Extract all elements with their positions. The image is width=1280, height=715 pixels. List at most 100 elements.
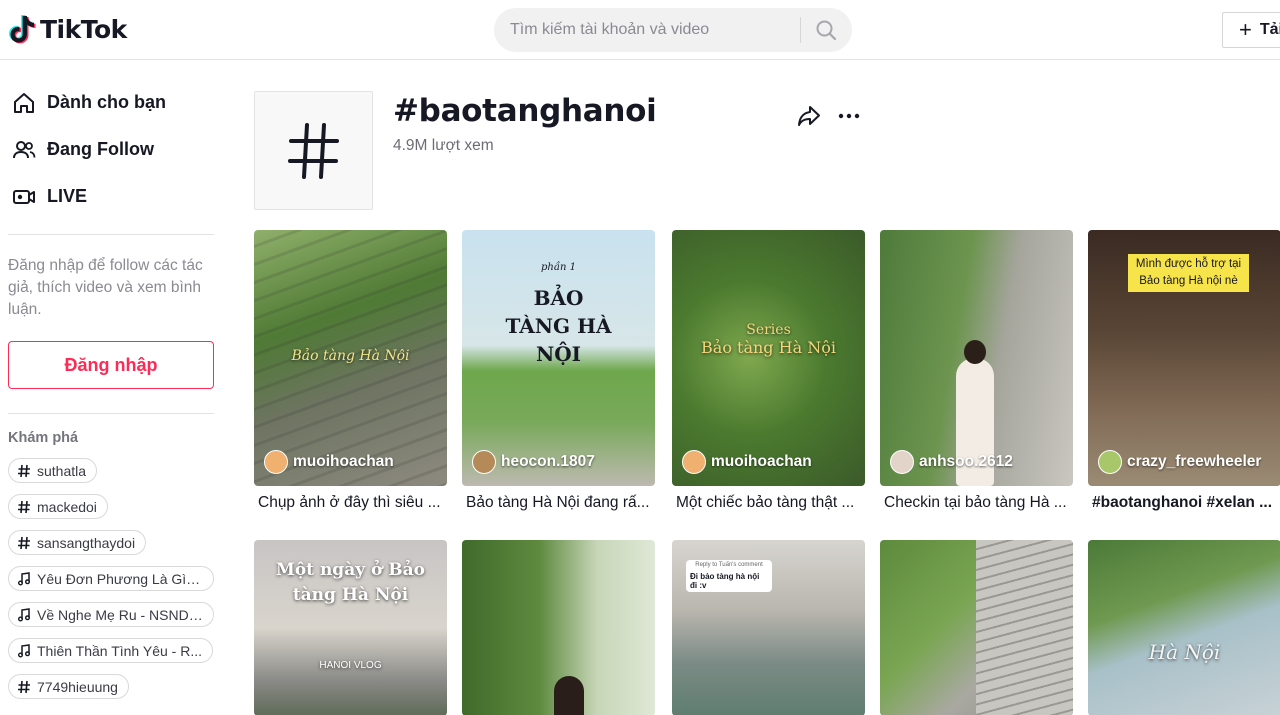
explore-chip-hashtag[interactable]: mackedoi xyxy=(8,494,108,519)
video-overlay-text: BẢO TÀNG HÀ NỘI xyxy=(505,286,612,366)
video-overlay-subtext: Series xyxy=(746,322,791,338)
video-card[interactable]: Một ngày ở Bảo tàng Hà Nội HANOI VLOG xyxy=(254,540,447,715)
video-thumbnail[interactable]: phần 1 BẢO TÀNG HÀ NỘI heocon.1807 xyxy=(462,230,655,486)
video-card[interactable] xyxy=(462,540,655,715)
sidebar-item-for-you[interactable]: Dành cho bạn xyxy=(8,79,226,126)
sidebar-item-label: Dành cho bạn xyxy=(47,92,167,112)
hashtag-title: #baotanghanoi xyxy=(393,93,657,129)
video-card[interactable]: Mình được hỗ trợ tại Bảo tàng Hà nội nè … xyxy=(1088,230,1280,512)
music-note-icon xyxy=(17,643,31,658)
video-thumbnail[interactable]: Mình được hỗ trợ tại Bảo tàng Hà nội nè … xyxy=(1088,230,1280,486)
more-options-button[interactable] xyxy=(836,103,862,129)
upload-button[interactable]: + Tải lên xyxy=(1222,12,1280,48)
search-button[interactable] xyxy=(808,16,844,44)
sidebar: Dành cho bạn Đang Follow LIVE Đăng nhập … xyxy=(0,61,226,715)
avatar xyxy=(682,450,706,474)
video-overlay-text: Bảo tàng Hà Nội xyxy=(291,348,410,364)
avatar xyxy=(890,450,914,474)
explore-list: suthatla mackedoi sansangthaydoi Yêu Đơn… xyxy=(8,458,226,699)
author-name: crazy_freewheeler xyxy=(1127,453,1262,470)
video-description[interactable]: Bảo tàng Hà Nội đang rấ... xyxy=(462,494,652,512)
video-overlay-text: Một ngày ở Bảo tàng Hà Nội xyxy=(276,560,425,605)
live-icon xyxy=(11,184,37,210)
explore-chip-label: Thiên Thần Tình Yêu - R... xyxy=(37,642,202,659)
video-author[interactable]: muoihoachan xyxy=(682,450,812,474)
video-overlay-text: Mình được hỗ trợ tại Bảo tàng Hà nội nè xyxy=(1128,254,1249,292)
video-card[interactable] xyxy=(880,540,1073,715)
video-thumbnail[interactable] xyxy=(880,540,1073,715)
explore-chip-music[interactable]: Yêu Đơn Phương Là Gì (... xyxy=(8,566,214,591)
top-header: TikTok + Tải lên xyxy=(0,0,1280,60)
video-card[interactable]: Series Bảo tàng Hà Nội muoihoachan Một c… xyxy=(672,230,865,512)
author-name: heocon.1807 xyxy=(501,453,595,470)
video-thumbnail[interactable]: Bảo tàng Hà Nội muoihoachan xyxy=(254,230,447,486)
hashtag-icon xyxy=(17,680,31,694)
video-thumbnail[interactable]: Một ngày ở Bảo tàng Hà Nội HANOI VLOG xyxy=(254,540,447,715)
upload-label: Tải lên xyxy=(1259,21,1280,38)
video-description[interactable]: #baotanghanoi #xelan ... xyxy=(1088,494,1278,512)
ellipsis-icon xyxy=(838,113,860,119)
video-card[interactable]: Hà Nội xyxy=(1088,540,1280,715)
explore-chip-music[interactable]: Thiên Thần Tình Yêu - R... xyxy=(8,638,213,663)
video-overlay-text: Bảo tàng Hà Nội xyxy=(701,338,836,357)
video-author[interactable]: crazy_freewheeler xyxy=(1098,450,1261,474)
main-content: #baotanghanoi 4.9M lượt xem Bảo tàng Hà … xyxy=(254,61,1280,715)
music-note-icon xyxy=(17,607,31,622)
search-input[interactable] xyxy=(494,8,794,52)
following-icon xyxy=(11,137,37,163)
video-description[interactable]: Một chiếc bảo tàng thật ... xyxy=(672,494,862,512)
hashtag-icon xyxy=(17,464,31,478)
tiktok-logo[interactable]: TikTok xyxy=(8,14,127,44)
share-icon xyxy=(798,106,820,126)
explore-chip-hashtag[interactable]: sansangthaydoi xyxy=(8,530,147,555)
home-icon xyxy=(11,90,37,116)
search-divider xyxy=(800,17,801,43)
video-author[interactable]: heocon.1807 xyxy=(472,450,595,474)
sidebar-item-live[interactable]: LIVE xyxy=(8,173,226,220)
search-bar xyxy=(494,8,852,52)
hashtag-cover xyxy=(254,91,373,210)
search-icon xyxy=(816,20,837,41)
explore-chip-hashtag[interactable]: 7749hieuung xyxy=(8,674,129,699)
explore-chip-label: mackedoi xyxy=(37,498,97,515)
video-card[interactable]: anhsoo.2612 Checkin tại bảo tàng Hà ... xyxy=(880,230,1073,512)
explore-chip-label: sansangthaydoi xyxy=(37,534,136,551)
avatar xyxy=(264,450,288,474)
sidebar-item-following[interactable]: Đang Follow xyxy=(8,126,226,173)
music-note-icon xyxy=(17,571,31,586)
video-overlay-subtext: Reply to Tuấn's comment xyxy=(686,560,772,570)
explore-chip-label: 7749hieuung xyxy=(37,678,118,695)
video-author[interactable]: anhsoo.2612 xyxy=(890,450,1013,474)
video-thumbnail[interactable] xyxy=(462,540,655,715)
author-name: muoihoachan xyxy=(711,453,812,470)
video-card[interactable]: phần 1 BẢO TÀNG HÀ NỘI heocon.1807 Bảo t… xyxy=(462,230,655,512)
explore-chip-label: Về Nghe Mẹ Ru - NSND ... xyxy=(37,606,203,623)
video-overlay-subtext: HANOI VLOG xyxy=(319,660,382,671)
video-description[interactable]: Checkin tại bảo tàng Hà ... xyxy=(880,494,1070,512)
author-name: anhsoo.2612 xyxy=(919,453,1013,470)
sidebar-item-label: Đang Follow xyxy=(47,139,154,159)
share-button[interactable] xyxy=(796,103,822,129)
hashtag-icon xyxy=(17,536,31,550)
explore-chip-music[interactable]: Về Nghe Mẹ Ru - NSND ... xyxy=(8,602,214,627)
video-thumbnail[interactable]: Series Bảo tàng Hà Nội muoihoachan xyxy=(672,230,865,486)
video-thumbnail[interactable]: Reply to Tuấn's comment Đi bảo tàng hà n… xyxy=(672,540,865,715)
video-card[interactable]: Reply to Tuấn's comment Đi bảo tàng hà n… xyxy=(672,540,865,715)
logo-text: TikTok xyxy=(40,14,127,44)
avatar xyxy=(1098,450,1122,474)
login-hint: Đăng nhập để follow các tác giả, thích v… xyxy=(8,257,203,318)
video-card[interactable]: Bảo tàng Hà Nội muoihoachan Chụp ảnh ở đ… xyxy=(254,230,447,512)
video-overlay-text: Hà Nội xyxy=(1148,640,1221,664)
video-thumbnail[interactable]: anhsoo.2612 xyxy=(880,230,1073,486)
video-author[interactable]: muoihoachan xyxy=(264,450,394,474)
plus-icon: + xyxy=(1239,17,1252,42)
sidebar-nav: Dành cho bạn Đang Follow LIVE xyxy=(8,61,226,234)
explore-chip-label: Yêu Đơn Phương Là Gì (... xyxy=(37,570,203,587)
video-thumbnail[interactable]: Hà Nội xyxy=(1088,540,1280,715)
explore-chip-hashtag[interactable]: suthatla xyxy=(8,458,98,483)
hashtag-icon xyxy=(17,500,31,514)
login-button[interactable]: Đăng nhập xyxy=(8,341,214,389)
video-description[interactable]: Chụp ảnh ở đây thì siêu ... xyxy=(254,494,444,512)
divider xyxy=(8,413,214,414)
author-name: muoihoachan xyxy=(293,453,394,470)
